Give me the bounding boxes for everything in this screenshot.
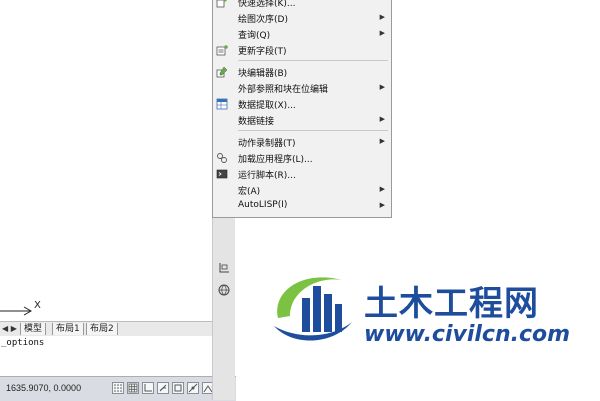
otrack-toggle-icon[interactable]: [187, 382, 199, 394]
menu-item-autolisp[interactable]: AutoLISP(I) ▶: [213, 198, 391, 214]
menu-item-label: 绘图次序(D): [238, 15, 288, 25]
tab-layout1[interactable]: 布局1: [52, 323, 84, 335]
menu-item-data-extraction[interactable]: 数据提取(X)...: [213, 96, 391, 112]
menu-item-label: 更新字段(T): [238, 47, 287, 57]
menu-item-label: 运行脚本(R)...: [238, 171, 296, 181]
load-application-icon: [217, 153, 227, 163]
x-axis-label: X: [34, 300, 41, 311]
menu-item-load-application[interactable]: 加载应用程序(L)...: [213, 150, 391, 166]
submenu-arrow-icon: ▶: [379, 185, 385, 193]
layout-tool-icon[interactable]: [218, 262, 230, 274]
menu-item-label: 数据链接: [238, 117, 275, 127]
menu-item-block-editor[interactable]: 块编辑器(B): [213, 64, 391, 80]
snap-toggle-icon[interactable]: [112, 382, 124, 394]
update-fields-icon: [216, 45, 228, 56]
menu-item-label: 块编辑器(B): [238, 69, 288, 79]
command-history-text: _options: [1, 338, 45, 348]
menu-item-label: 动作录制器(T): [238, 139, 296, 149]
watermark-title: 土木工程网: [364, 284, 539, 324]
menu-item-update-fields[interactable]: 更新字段(T): [213, 42, 391, 58]
submenu-arrow-icon: ▶: [379, 29, 385, 37]
menu-item-macro[interactable]: 宏(A) ▶: [213, 182, 391, 198]
submenu-arrow-icon: ▶: [379, 115, 385, 123]
grid-toggle-icon[interactable]: [127, 382, 139, 394]
menu-item-action-recorder[interactable]: 动作录制器(T) ▶: [213, 134, 391, 150]
command-line[interactable]: _options: [0, 336, 212, 377]
menu-separator: [238, 130, 388, 131]
tab-layout2[interactable]: 布局2: [86, 323, 118, 335]
menu-item-inquiry[interactable]: 查询(Q) ▶: [213, 26, 391, 42]
menu-item-quick-select[interactable]: 快速选择(K)...: [213, 0, 391, 10]
data-extraction-icon: [216, 98, 228, 110]
civilcn-logo-icon: [274, 277, 352, 341]
submenu-arrow-icon: ▶: [379, 83, 385, 91]
watermark-overlay: 土木工程网 www.civilcn.com: [236, 218, 600, 400]
quick-select-icon: [216, 0, 227, 8]
watermark-url: www.civilcn.com: [364, 322, 571, 347]
menu-item-draw-order[interactable]: 绘图次序(D) ▶: [213, 10, 391, 26]
globe-tool-icon[interactable]: [218, 284, 230, 296]
polar-toggle-icon[interactable]: [157, 382, 169, 394]
tab-model[interactable]: 模型: [20, 323, 47, 335]
coordinate-readout: 1635.9070, 0.0000: [6, 383, 82, 393]
menu-item-label: AutoLISP(I): [238, 200, 288, 210]
menu-item-data-links[interactable]: 数据链接 ▶: [213, 112, 391, 128]
menu-item-run-script[interactable]: 运行脚本(R)...: [213, 166, 391, 182]
block-editor-icon: [216, 66, 228, 78]
tools-dropdown-menu: 快速选择(K)... 绘图次序(D) ▶ 查询(Q) ▶ 更新字段(T) 块编辑…: [212, 0, 392, 218]
run-script-icon: [216, 169, 228, 179]
submenu-arrow-icon: ▶: [379, 13, 385, 21]
menu-item-label: 快速选择(K)...: [238, 0, 296, 9]
osnap-toggle-icon[interactable]: [172, 382, 184, 394]
ortho-toggle-icon[interactable]: [142, 382, 154, 394]
submenu-arrow-icon: ▶: [379, 201, 385, 209]
drawing-canvas[interactable]: X: [0, 0, 212, 322]
status-bar: 1635.9070, 0.0000: [0, 376, 236, 401]
menu-item-label: 宏(A): [238, 187, 261, 197]
menu-item-label: 数据提取(X)...: [238, 101, 296, 111]
menu-separator: [238, 60, 388, 61]
menu-item-label: 查询(Q): [238, 31, 271, 41]
tab-scroll-arrows[interactable]: ◀ ▶: [2, 324, 17, 333]
menu-item-label: 加载应用程序(L)...: [238, 155, 313, 165]
submenu-arrow-icon: ▶: [379, 137, 385, 145]
menu-item-xref-inplace-edit[interactable]: 外部参照和块在位编辑 ▶: [213, 80, 391, 96]
menu-item-label: 外部参照和块在位编辑: [238, 85, 329, 95]
layout-tabs-bar: ◀ ▶ 模型 布局1 布局2: [0, 321, 212, 337]
